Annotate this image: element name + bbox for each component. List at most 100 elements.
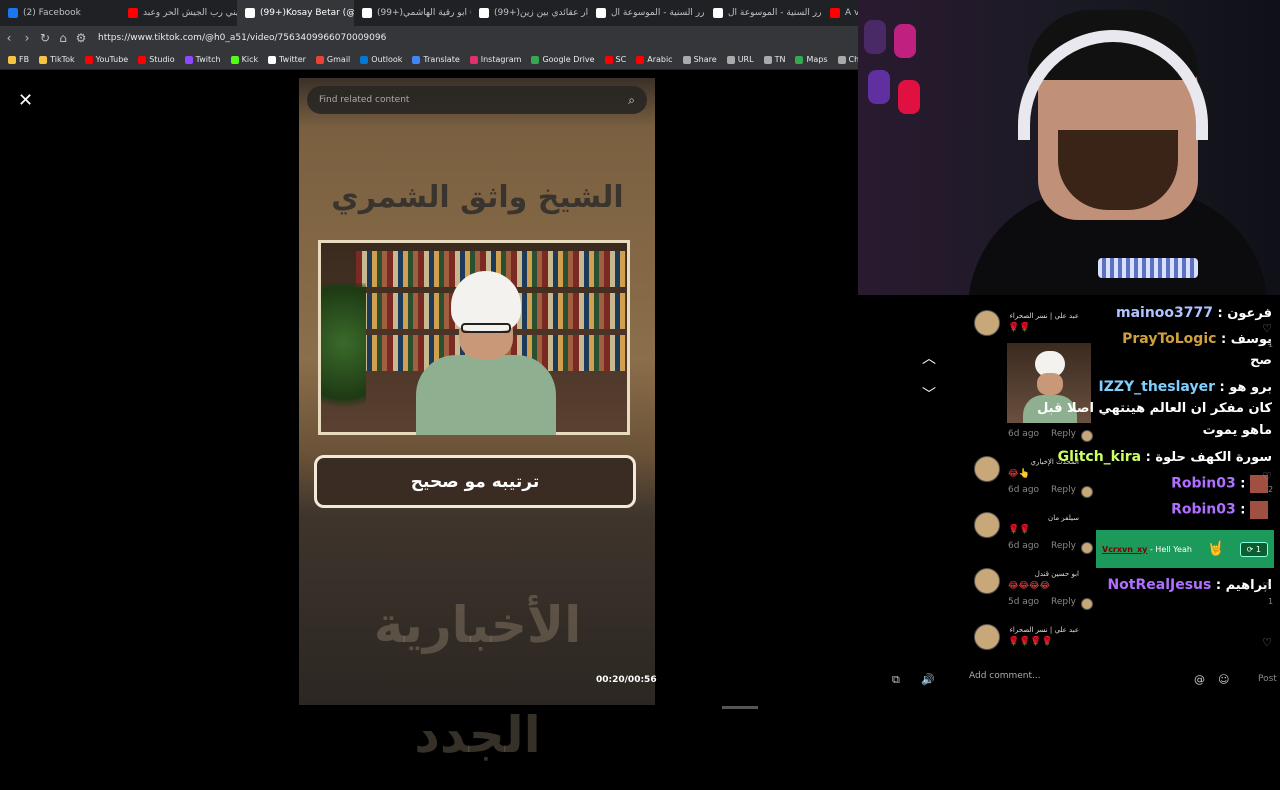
bookmark-item[interactable]: Share [682,55,717,64]
search-input[interactable]: Find related content ⌕ [307,86,647,114]
comment-author[interactable]: سيلفر مان [1007,514,1079,522]
avatar[interactable] [974,310,1000,336]
heart-icon[interactable]: ♡ [1262,322,1272,335]
browser-tab[interactable]: A vie... [822,0,860,26]
mention-icon[interactable]: @ [1194,673,1205,686]
bookmark-item[interactable]: Maps [795,55,828,64]
chat-message: فرعون : mainoo3777 [1116,305,1272,321]
bookmark-icon [469,55,478,64]
volume-icon[interactable]: 🔊 [921,673,935,686]
chat-separator: : [1216,332,1231,347]
bookmark-label: TN [774,55,786,64]
bookmark-item[interactable]: Translate [412,55,460,64]
tab-favicon-icon [479,8,489,18]
close-icon[interactable]: ✕ [18,90,33,111]
count-value: 1 [1255,544,1261,554]
chat-text: سورة الكهف حلوة [1155,450,1272,465]
bookmark-label: Maps [806,55,828,64]
avatar[interactable] [974,624,1000,650]
browser-tab[interactable]: الدرر السنية - الموسوعة ال... [705,0,822,26]
avatar[interactable] [974,568,1000,594]
chat-username: Robin03 [1171,501,1236,518]
chat-separator: : [1141,450,1156,465]
bookmark-icon [84,55,93,64]
chat-text: كان مفكر ان العالم هينتهي اصلا قبل [1037,401,1272,416]
browser-tab[interactable]: الدرر السنية - الموسوعة ال... [588,0,705,26]
comment-date: 6d ago [1008,485,1040,495]
pip-icon[interactable]: ⧉ [892,673,900,687]
post-button[interactable]: Post [1258,674,1277,684]
bookmark-item[interactable]: Arabic [636,55,673,64]
comment-text: 🌹🌹 [1008,525,1031,535]
browser-tab[interactable]: (2) Facebook [0,0,120,26]
wall-light [868,70,890,104]
add-comment-input[interactable]: Add comment... [969,671,1219,681]
bookmark-icon [230,55,239,64]
bookmark-label: Studio [149,55,175,64]
tab-label: عيني رب الجيش الحر وعبد... [143,8,237,18]
comment-author[interactable]: عبد علي | نسر الصحراء [1007,626,1079,634]
bookmark-icon [636,55,645,64]
browser-tab[interactable]: عيني رب الجيش الحر وعبد... [120,0,237,26]
comment-author[interactable]: عبد علي | نسر الصحراء [1007,312,1079,320]
bookmark-item[interactable]: URL [726,55,754,64]
bookmark-item[interactable]: Instagram [469,55,522,64]
browser-tab[interactable]: (99+)حوار عقائدي بين زين... [471,0,588,26]
search-icon[interactable]: ⌕ [628,93,635,108]
heart-icon[interactable]: ♡ [1262,470,1272,483]
bookmark-icon [837,55,846,64]
url-field[interactable]: https://www.tiktok.com/@h0_a51/video/756… [98,33,386,43]
chevron-down-icon[interactable]: ﹀ [922,384,936,404]
heart-icon[interactable]: ♡ [1262,636,1272,649]
bookmark-label: Twitter [279,55,306,64]
bookmark-label: SC [615,55,627,64]
reply-button[interactable]: Reply [1051,597,1076,607]
avatar[interactable] [974,512,1000,538]
bookmark-label: Share [693,55,717,64]
bookmark-item[interactable]: Twitter [268,55,306,64]
site-info-icon[interactable]: ⚙ [72,31,90,45]
reply-button[interactable]: Reply [1051,429,1076,439]
bookmark-item[interactable]: Gmail [315,55,350,64]
scrollbar[interactable] [722,706,758,709]
reload-icon[interactable]: ↻ [36,31,54,45]
bookmark-item[interactable]: Twitch [184,55,221,64]
keyboard [1098,258,1198,278]
reply-button[interactable]: Reply [1051,485,1076,495]
bookmark-icon [39,55,48,64]
bookmark-item[interactable]: YouTube [84,55,128,64]
comment-meta: 6d ago Reply [1008,429,1076,439]
like-count: 1 [1268,340,1274,349]
bookmark-item[interactable]: TN [763,55,786,64]
emoji-icon[interactable]: ☺ [1218,673,1229,686]
channel-watermark: الأخبارية الجدد [373,596,582,764]
bookmark-item[interactable]: Chat [837,55,860,64]
bookmarks-bar: FB TikTok YouTube Studio Twitch Kick Twitter Gm… [0,50,860,70]
chat-username: NotRealJesus [1107,577,1212,593]
chat-username: PrayToLogic [1122,331,1217,347]
bookmark-item[interactable]: TikTok [39,55,75,64]
back-icon[interactable]: ‹ [0,31,18,45]
wall-light [864,20,886,54]
bookmark-item[interactable]: Studio [138,55,175,64]
bookmark-label: TikTok [50,55,75,64]
bookmark-item[interactable]: FB [8,55,29,64]
reply-button[interactable]: Reply [1051,541,1076,551]
bookmark-item[interactable]: Google Drive [531,55,595,64]
address-bar: ‹ › ↻ ⌂ ⚙ https://www.tiktok.com/@h0_a51… [0,26,860,50]
chevron-up-icon[interactable]: ︿ [922,348,936,368]
person-body [416,355,556,435]
forward-icon[interactable]: › [18,31,36,45]
avatar[interactable] [974,456,1000,482]
heart-icon[interactable]: ♡ [1262,580,1272,593]
comment-author[interactable]: ابو حسين قندل [1007,570,1079,578]
bookmark-item[interactable]: SC [604,55,627,64]
bookmark-label: Instagram [480,55,522,64]
chat-highlight-text: - Hell Yeah [1149,544,1192,554]
bookmark-item[interactable]: Outlook [360,55,402,64]
bookmark-icon[interactable]: ⌂ [54,31,72,45]
bookmark-item[interactable]: Kick [230,55,258,64]
video-photo [318,240,630,435]
browser-tab[interactable]: (99+)Kosay Betar (@...✕ [237,0,354,26]
browser-tab[interactable]: (99+)ابو رقية الهاشمي (@... [354,0,471,26]
